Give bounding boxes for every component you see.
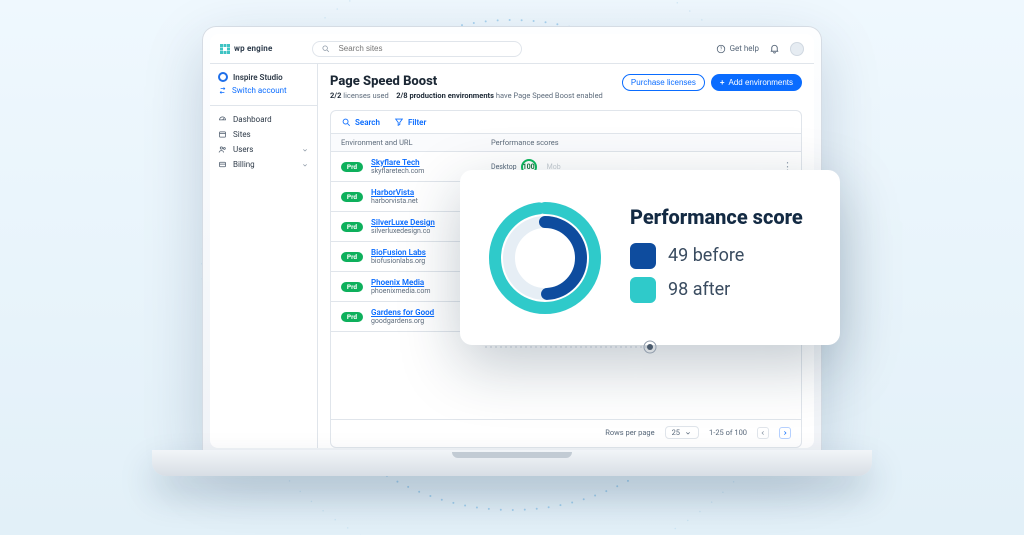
legend-after: 98 after (630, 277, 803, 303)
plus-icon: + (720, 78, 725, 87)
sidebar-item-label: Sites (233, 130, 251, 139)
page-subtitle: 2/2 licenses used 2/8 production environ… (330, 91, 603, 100)
licenses-used-count: 2/2 (330, 91, 341, 100)
page-header: Page Speed Boost 2/2 licenses used 2/8 p… (330, 74, 802, 100)
topbar: wp engine ? Get help (210, 34, 814, 64)
account-name[interactable]: Inspire Studio (218, 70, 309, 84)
sidebar-item-label: Billing (233, 160, 255, 169)
help-icon: ? (716, 44, 726, 54)
rows-per-page-select[interactable]: 25 (665, 426, 699, 439)
laptop-base (152, 450, 872, 476)
switch-account-label: Switch account (232, 86, 287, 95)
licenses-used-label: licenses used (343, 91, 388, 100)
avatar[interactable] (790, 42, 804, 56)
sidebar-item-label: Users (233, 145, 253, 154)
search-icon (341, 117, 351, 127)
sidebar-item-users[interactable]: Users (218, 142, 309, 157)
table-search-button[interactable]: Search (341, 117, 380, 127)
dashboard-icon (218, 115, 227, 124)
env-badge: Prd (341, 252, 363, 262)
purchase-licenses-button[interactable]: Purchase licenses (622, 74, 705, 91)
sidebar-item-sites[interactable]: Sites (218, 127, 309, 142)
account-dot-icon (218, 72, 228, 82)
next-page-button[interactable] (779, 427, 791, 439)
switch-icon (218, 86, 227, 95)
sidebar-item-billing[interactable]: Billing (218, 157, 309, 172)
get-help-label: Get help (730, 44, 759, 53)
rows-per-page-value: 25 (672, 428, 680, 437)
header-actions: Purchase licenses + Add environments (622, 74, 802, 91)
row-menu-button[interactable]: ⋮ (782, 164, 793, 170)
search-input[interactable] (336, 43, 513, 54)
search-input-wrap[interactable] (312, 41, 522, 57)
env-badge: Prd (341, 312, 363, 322)
env-badge: Prd (341, 222, 363, 232)
billing-icon (218, 160, 227, 169)
prev-page-button[interactable] (757, 427, 769, 439)
envs-enabled-count: 2/8 production environments (396, 91, 494, 100)
filter-icon (394, 117, 404, 127)
th-score: Performance scores (491, 138, 791, 147)
sidebar-separator (210, 105, 317, 106)
table-head: Environment and URL Performance scores (331, 134, 801, 152)
sidebar: Inspire Studio Switch account Dashboard … (210, 64, 318, 448)
table-footer: Rows per page 25 1-25 of 100 (331, 419, 801, 447)
brand: wp engine (220, 44, 272, 54)
env-badge: Prd (341, 162, 363, 172)
swatch-after (630, 277, 656, 303)
chevron-down-icon (301, 161, 309, 169)
table-search-label: Search (355, 118, 380, 127)
envs-enabled-label: have Page Speed Boost enabled (496, 91, 603, 100)
legend-before: 49 before (630, 243, 803, 269)
title-area: Page Speed Boost 2/2 licenses used 2/8 p… (330, 74, 603, 100)
chevron-down-icon (301, 146, 309, 154)
env-badge: Prd (341, 282, 363, 292)
chevron-down-icon (684, 429, 692, 437)
sidebar-item-label: Dashboard (233, 115, 272, 124)
brand-name: wp engine (234, 44, 272, 53)
swatch-before (630, 243, 656, 269)
chevron-left-icon (759, 429, 767, 437)
table-filter-label: Filter (408, 118, 426, 127)
add-environments-button[interactable]: + Add environments (711, 74, 802, 91)
bell-icon[interactable] (769, 43, 780, 54)
env-badge: Prd (341, 192, 363, 202)
sidebar-item-dashboard[interactable]: Dashboard (218, 112, 309, 127)
performance-score-popover: Performance score 49 before 98 after (460, 170, 840, 345)
env-name-link[interactable]: Skyflare Tech (371, 158, 491, 167)
rows-per-page-label: Rows per page (605, 428, 654, 437)
sites-icon (218, 130, 227, 139)
pagination-range: 1-25 of 100 (709, 428, 747, 437)
add-env-label: Add environments (729, 78, 793, 87)
donut-svg (485, 198, 605, 318)
before-label: before (693, 245, 745, 266)
table-toolbar: Search Filter (331, 111, 801, 134)
topbar-right: ? Get help (716, 42, 804, 56)
chevron-right-icon (781, 429, 789, 437)
before-value: 49 (668, 245, 688, 266)
brand-logo-icon (220, 44, 230, 54)
svg-text:?: ? (719, 46, 722, 52)
after-value: 98 (668, 279, 688, 300)
after-label: after (693, 279, 731, 300)
users-icon (218, 145, 227, 154)
search-icon (321, 44, 330, 53)
th-env: Environment and URL (341, 138, 491, 147)
get-help-link[interactable]: ? Get help (716, 44, 759, 54)
account-name-label: Inspire Studio (233, 73, 283, 82)
donut-chart (480, 198, 610, 318)
legend: Performance score 49 before 98 after (630, 205, 803, 311)
page-title: Page Speed Boost (330, 74, 603, 89)
popover-title: Performance score (630, 205, 803, 229)
table-filter-button[interactable]: Filter (394, 117, 426, 127)
switch-account-link[interactable]: Switch account (218, 84, 309, 101)
